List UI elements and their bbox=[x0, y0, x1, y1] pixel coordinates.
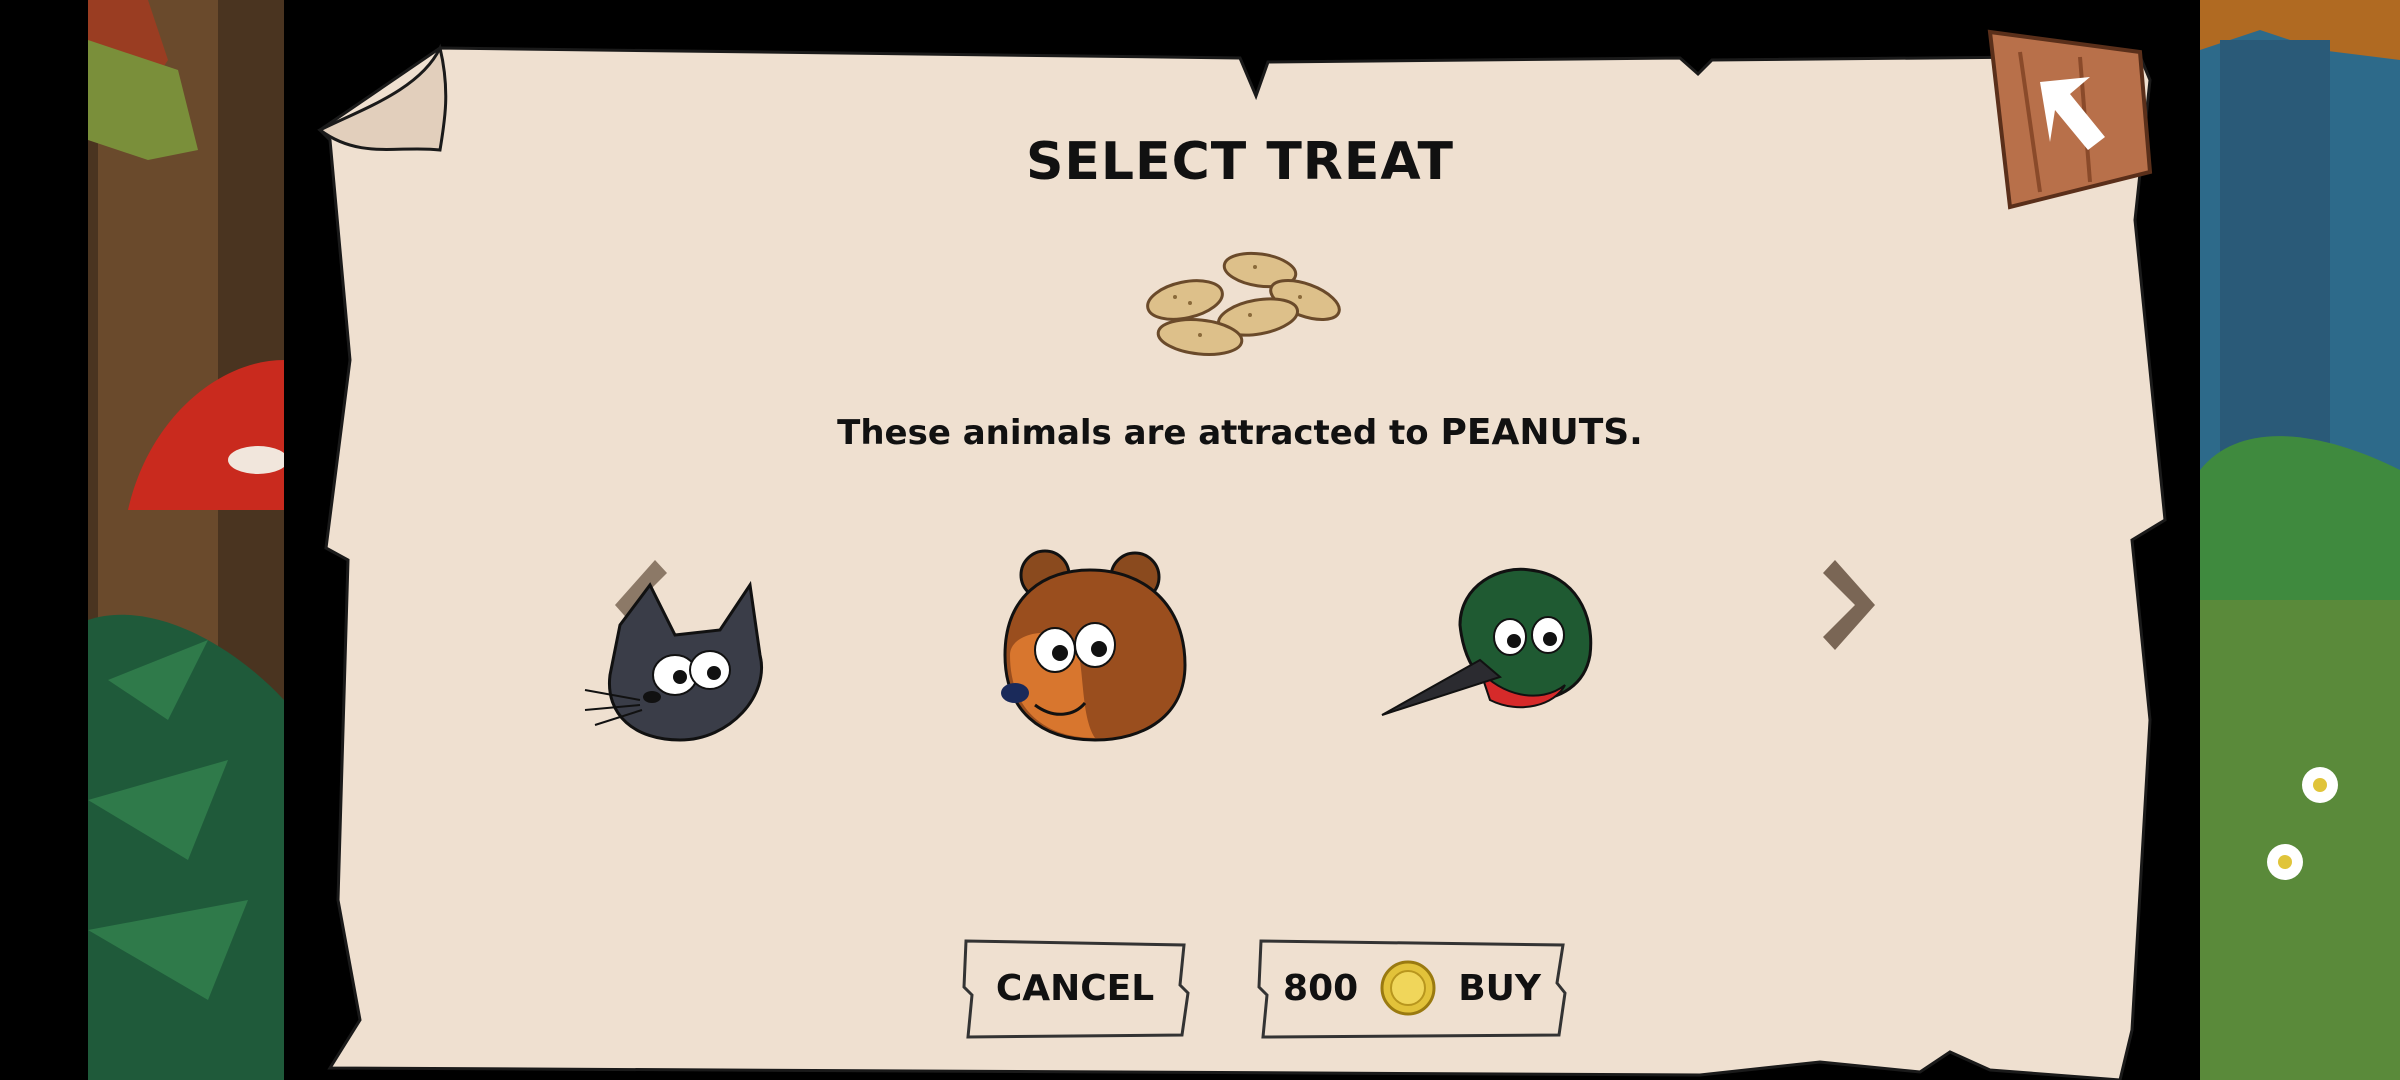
gold-coin-icon bbox=[1380, 960, 1436, 1016]
chevron-right-icon[interactable] bbox=[1815, 555, 1885, 655]
dialog-title: SELECT TREAT bbox=[1025, 132, 1455, 192]
buy-price: 800 bbox=[1283, 967, 1359, 1009]
treat-description: These animals are attracted to PEANUTS. bbox=[700, 412, 1780, 453]
buy-button[interactable]: 800 BUY bbox=[1255, 935, 1569, 1041]
back-arrow-icon[interactable] bbox=[1980, 22, 2160, 212]
peanuts-icon bbox=[1146, 251, 1341, 356]
bear-head-icon bbox=[1001, 549, 1187, 742]
hummingbird-head-icon bbox=[1381, 567, 1593, 716]
cat-head-icon bbox=[584, 580, 763, 742]
treat-name: PEANUTS. bbox=[1440, 412, 1643, 453]
buy-label: BUY bbox=[1458, 967, 1541, 1009]
treat-description-text: These animals are attracted to bbox=[837, 413, 1441, 453]
cancel-button[interactable]: CANCEL bbox=[960, 935, 1190, 1041]
cancel-button-label: CANCEL bbox=[995, 967, 1155, 1009]
